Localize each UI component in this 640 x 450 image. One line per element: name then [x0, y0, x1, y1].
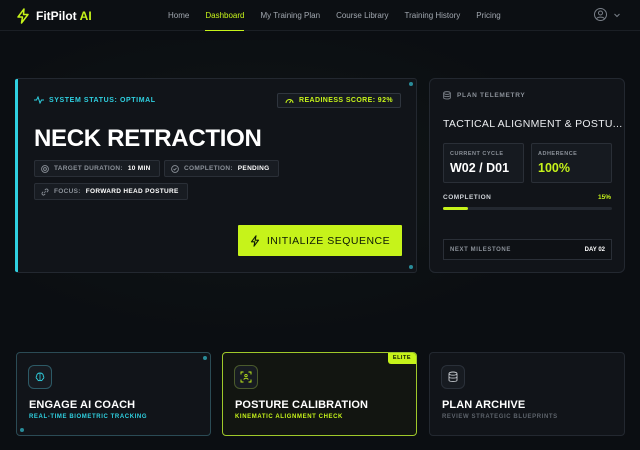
adherence-label: ADHERENCE: [538, 151, 578, 157]
initialize-sequence-label: INITIALIZE SEQUENCE: [266, 234, 391, 247]
current-cycle-label: CURRENT CYCLE: [450, 151, 504, 157]
engage-ai-coach-card[interactable]: ENGAGE AI COACH REAL-TIME BIOMETRIC TRAC…: [16, 352, 211, 436]
check-circle-icon: [171, 164, 179, 173]
corner-dot: [409, 265, 413, 269]
bolt-icon: [250, 234, 259, 247]
corner-dot: [20, 428, 24, 432]
scan-icon: [240, 371, 252, 383]
plan-telemetry-panel: PLAN TELEMETRY TACTICAL ALIGNMENT & POST…: [429, 78, 625, 273]
focus-value: FORWARD HEAD POSTURE: [85, 188, 179, 195]
posture-icon-box: [234, 365, 258, 389]
gauge-icon: [285, 99, 294, 104]
completion-chip: COMPLETION: PENDING: [164, 160, 279, 177]
link-icon: [41, 188, 49, 195]
completion-progress-value: 15%: [597, 194, 611, 201]
brain-icon: [35, 372, 45, 382]
nav-link-training-history[interactable]: Training History: [405, 0, 461, 31]
nav-links: Home Dashboard My Training Plan Course L…: [168, 0, 517, 31]
database-icon: [443, 91, 451, 100]
completion-label: COMPLETION:: [184, 165, 233, 172]
posture-calibration-card[interactable]: ELITE POSTURE CALIBRATION KINEMATIC ALIG…: [222, 352, 417, 436]
top-nav: FitPilot AI Home Dashboard My Training Pl…: [0, 0, 640, 31]
system-status-text: SYSTEM STATUS: OPTIMAL: [49, 96, 156, 104]
adherence-value: 100%: [538, 161, 570, 175]
nav-link-course-library[interactable]: Course Library: [336, 0, 388, 31]
telemetry-header-label: PLAN TELEMETRY: [457, 92, 526, 99]
completion-progress-fill: [443, 207, 469, 210]
brand-accent: AI: [79, 9, 92, 23]
nav-link-training-plan[interactable]: My Training Plan: [260, 0, 320, 31]
current-cycle-value: W02 / D01: [450, 161, 510, 175]
completion-value: PENDING: [237, 165, 270, 172]
nav-link-dashboard[interactable]: Dashboard: [205, 0, 245, 31]
next-milestone-value: DAY 02: [584, 247, 605, 253]
posture-calibration-subtitle: KINEMATIC ALIGNMENT CHECK: [235, 414, 343, 420]
focus-label: FOCUS:: [54, 188, 81, 195]
corner-dot: [409, 82, 413, 86]
completion-progress-bar: [443, 207, 612, 210]
bolt-icon: [17, 8, 29, 24]
duration-value: 10 MIN: [127, 165, 151, 172]
completion-progress-label: COMPLETION: [443, 194, 492, 201]
posture-calibration-title: POSTURE CALIBRATION: [235, 399, 369, 411]
user-menu[interactable]: [594, 8, 621, 21]
ai-coach-title: ENGAGE AI COACH: [29, 399, 136, 411]
next-milestone-row: NEXT MILESTONE DAY 02: [443, 239, 612, 260]
readiness-score: READINESS SCORE: 92%: [299, 97, 393, 104]
focus-chip: FOCUS: FORWARD HEAD POSTURE: [34, 183, 188, 200]
elite-badge: ELITE: [387, 353, 416, 364]
nav-link-home[interactable]: Home: [168, 0, 189, 31]
clock-icon: [41, 164, 49, 173]
plan-title: TACTICAL ALIGNMENT & POSTU...: [443, 118, 623, 130]
system-status: SYSTEM STATUS: OPTIMAL: [34, 96, 156, 104]
chevron-down-icon: [614, 13, 620, 17]
initialize-sequence-button[interactable]: INITIALIZE SEQUENCE: [238, 225, 402, 256]
plan-archive-title: PLAN ARCHIVE: [442, 399, 526, 411]
archive-icon-box: [441, 365, 465, 389]
duration-chip: TARGET DURATION: 10 MIN: [34, 160, 160, 177]
nav-link-pricing[interactable]: Pricing: [476, 0, 500, 31]
adherence-stat: ADHERENCE 100%: [531, 143, 612, 183]
plan-archive-card[interactable]: PLAN ARCHIVE REVIEW STRATEGIC BLUEPRINTS: [429, 352, 625, 436]
brand-name: FitPilot: [36, 9, 77, 23]
next-milestone-label: NEXT MILESTONE: [450, 247, 511, 253]
ai-coach-icon-box: [28, 365, 52, 389]
pulse-icon: [34, 96, 44, 104]
exercise-title: NECK RETRACTION: [34, 125, 262, 152]
current-cycle-stat: CURRENT CYCLE W02 / D01: [443, 143, 524, 183]
plan-archive-subtitle: REVIEW STRATEGIC BLUEPRINTS: [442, 414, 558, 420]
ai-coach-subtitle: REAL-TIME BIOMETRIC TRACKING: [29, 414, 148, 420]
readiness-badge: READINESS SCORE: 92%: [277, 93, 401, 108]
brand-logo[interactable]: FitPilot AI: [16, 7, 92, 25]
corner-dot: [203, 356, 207, 360]
database-icon: [448, 371, 458, 382]
workout-hero-card: SYSTEM STATUS: OPTIMAL READINESS SCORE: …: [15, 78, 417, 273]
user-icon: [594, 8, 607, 21]
duration-label: TARGET DURATION:: [54, 165, 123, 172]
telemetry-header: PLAN TELEMETRY: [443, 91, 525, 100]
